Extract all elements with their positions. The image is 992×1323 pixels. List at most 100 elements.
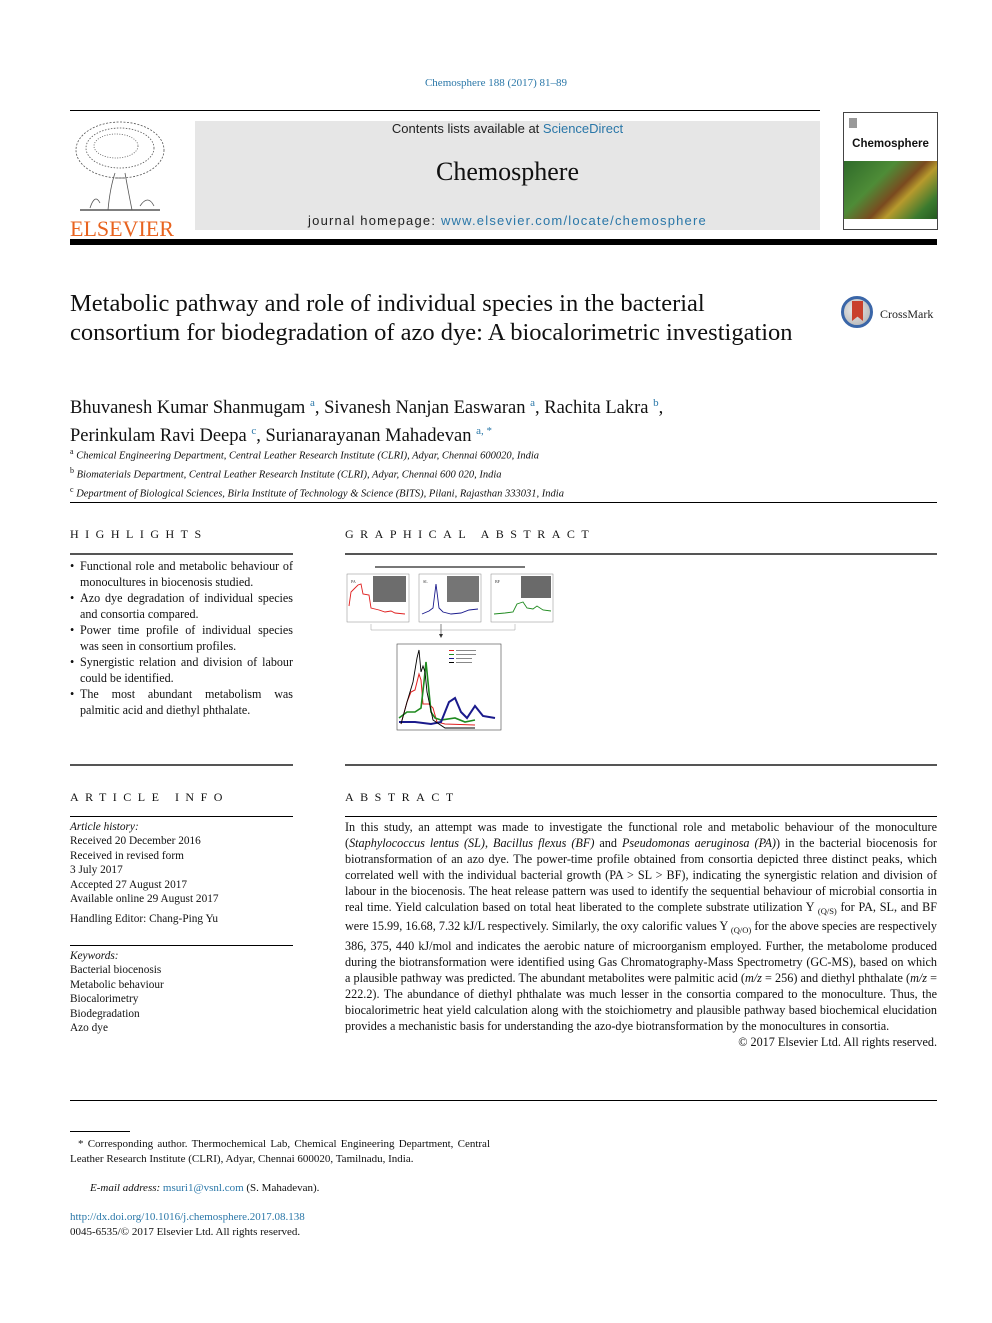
sciencedirect-link[interactable]: ScienceDirect: [543, 121, 623, 136]
author-name[interactable]: Sivanesh Nanjan Easwaran: [324, 398, 525, 418]
abstract-copyright: © 2017 Elsevier Ltd. All rights reserved…: [738, 1034, 937, 1049]
footnote-divider: [70, 1131, 130, 1132]
article-info-heading: ARTICLE INFO: [70, 790, 229, 804]
species-name: Bacillus flexus (BF): [493, 835, 595, 850]
graphical-abstract-divider: [345, 553, 937, 555]
article-info-divider: [70, 816, 293, 817]
article-history: Article history: Received 20 December 20…: [70, 820, 293, 927]
issn-line: 0045-6535/© 2017 Elsevier Ltd. All right…: [70, 1226, 301, 1238]
contents-line: Contents lists available at ScienceDirec…: [391, 121, 624, 136]
highlights-bottom-divider: [70, 764, 293, 766]
panel-bf: BF: [490, 573, 554, 623]
micrograph-image: [373, 576, 406, 602]
abstract-text: In this study, an attempt was made to in…: [345, 820, 937, 1049]
history-item: Available online 29 August 2017: [70, 893, 219, 906]
arrow-head-icon: [439, 634, 443, 638]
history-item: 3 July 2017: [70, 864, 123, 877]
journal-name: Chemosphere: [436, 157, 579, 186]
keyword-item: Biocalorimetry: [70, 993, 139, 1006]
keywords-label: Keywords:: [70, 950, 119, 962]
author-affiliation-marker[interactable]: a, *: [476, 425, 492, 437]
affiliations: a Chemical Engineering Department, Centr…: [70, 445, 830, 502]
graphical-abstract-figure[interactable]: PA SL BF: [345, 562, 555, 744]
legend-label: [456, 662, 472, 663]
legend-label: [456, 654, 476, 655]
highlight-item: • Power time profile of individual specie…: [70, 623, 293, 653]
highlights-heading: HIGHLIGHTS: [70, 527, 208, 541]
species-name: Pseudomonas aeruginosa (PA): [621, 835, 776, 850]
journal-citation-link[interactable]: Chemosphere 188 (2017) 81–89: [0, 77, 992, 89]
elsevier-logo[interactable]: ELSEVIER: [70, 118, 174, 240]
highlight-item: • Azo dye degradation of individual speci…: [70, 591, 293, 621]
cover-title: Chemosphere: [852, 138, 929, 150]
author-name[interactable]: Bhuvanesh Kumar Shanmugam: [70, 398, 305, 418]
bullet-icon: •: [70, 655, 75, 669]
highlight-item: • The most abundant metabolism was palmit…: [70, 687, 293, 717]
graphical-abstract-heading: GRAPHICAL ABSTRACT: [345, 527, 596, 541]
highlight-item: • Functional role and metabolic behaviour…: [70, 559, 293, 589]
panel-pa: PA: [346, 573, 410, 623]
journal-cover-thumbnail[interactable]: Chemosphere: [843, 112, 938, 230]
legend-swatch: [449, 658, 454, 659]
homepage-line: journal homepage: www.elsevier.com/locat…: [308, 213, 707, 228]
connector-line: [370, 624, 516, 631]
email-link[interactable]: msuri1@vsnl.com: [163, 1182, 244, 1194]
keywords: Keywords: Bacterial biocenosis Metabolic…: [70, 949, 293, 1035]
footer-divider: [70, 1100, 937, 1101]
history-item: Accepted 27 August 2017: [70, 878, 188, 891]
species-name: Staphylococcus lentus (SL): [349, 835, 485, 850]
bullet-icon: •: [70, 559, 75, 573]
legend-label: [456, 650, 476, 651]
author-name[interactable]: Rachita Lakra: [544, 398, 648, 418]
panel-sl: SL: [418, 573, 482, 623]
affiliation-item: c Department of Biological Sciences, Bir…: [70, 485, 564, 500]
doi-link[interactable]: http://dx.doi.org/10.1016/j.chemosphere.…: [70, 1211, 305, 1223]
keywords-divider: [70, 945, 293, 946]
bullet-icon: •: [70, 687, 75, 701]
header-divider: [70, 110, 820, 111]
micrograph-image: [447, 576, 479, 602]
panel-label: PA: [351, 579, 356, 584]
crossmark-label: CrossMark: [880, 307, 934, 321]
combined-plot: [396, 643, 502, 731]
affiliation-item: a Chemical Engineering Department, Centr…: [70, 447, 540, 462]
corresponding-author-note: * Corresponding author. Thermochemical L…: [70, 1138, 490, 1165]
cover-leaves-image: [844, 161, 937, 219]
keyword-item: Azo dye: [70, 1022, 108, 1035]
affiliation-item: b Biomaterials Department, Central Leath…: [70, 466, 502, 481]
keyword-item: Biodegradation: [70, 1007, 140, 1020]
handling-editor: Handling Editor: Chang-Ping Yu: [70, 913, 219, 926]
panel-label: BF: [495, 579, 501, 584]
micrograph-image: [521, 576, 551, 598]
history-item: Received 20 December 2016: [70, 835, 201, 848]
doi-line: http://dx.doi.org/10.1016/j.chemosphere.…: [70, 1210, 490, 1225]
header-thick-divider: [70, 239, 937, 245]
journal-banner: Contents lists available at ScienceDirec…: [195, 121, 820, 230]
graphical-abstract-bottom-divider: [345, 764, 937, 766]
email-line: E-mail address: msuri1@vsnl.com (S. Maha…: [90, 1182, 320, 1194]
keyword-item: Bacterial biocenosis: [70, 964, 162, 977]
article-title: Metabolic pathway and role of individual…: [70, 290, 793, 346]
cover-emblem-icon: [849, 118, 857, 128]
legend-swatch: [449, 662, 454, 663]
crossmark-button[interactable]: CrossMark: [838, 295, 938, 335]
elsevier-wordmark: ELSEVIER: [70, 216, 174, 241]
panel-label: SL: [423, 579, 428, 584]
history-item: Received in revised form: [70, 849, 184, 862]
legend-swatch: [449, 654, 454, 655]
article-history-label: Article history:: [70, 821, 139, 833]
author-name[interactable]: Perinkulam Ravi Deepa: [70, 426, 247, 446]
highlights-divider: [70, 553, 293, 555]
author-list: Bhuvanesh Kumar Shanmugam a, Sivanesh Na…: [70, 397, 664, 447]
keyword-item: Metabolic behaviour: [70, 978, 164, 991]
highlight-item: • Synergistic relation and division of la…: [70, 655, 293, 685]
elsevier-tree-icon: [70, 118, 170, 214]
figure-title-text: [375, 566, 525, 568]
bullet-icon: •: [70, 623, 75, 637]
highlights-list: • Functional role and metabolic behaviour…: [70, 558, 293, 718]
affiliations-divider: [70, 502, 937, 503]
journal-homepage-link[interactable]: www.elsevier.com/locate/chemosphere: [441, 213, 707, 228]
abstract-divider: [345, 816, 937, 817]
abstract-heading: ABSTRACT: [345, 790, 460, 804]
author-name[interactable]: Surianarayanan Mahadevan: [266, 426, 472, 446]
